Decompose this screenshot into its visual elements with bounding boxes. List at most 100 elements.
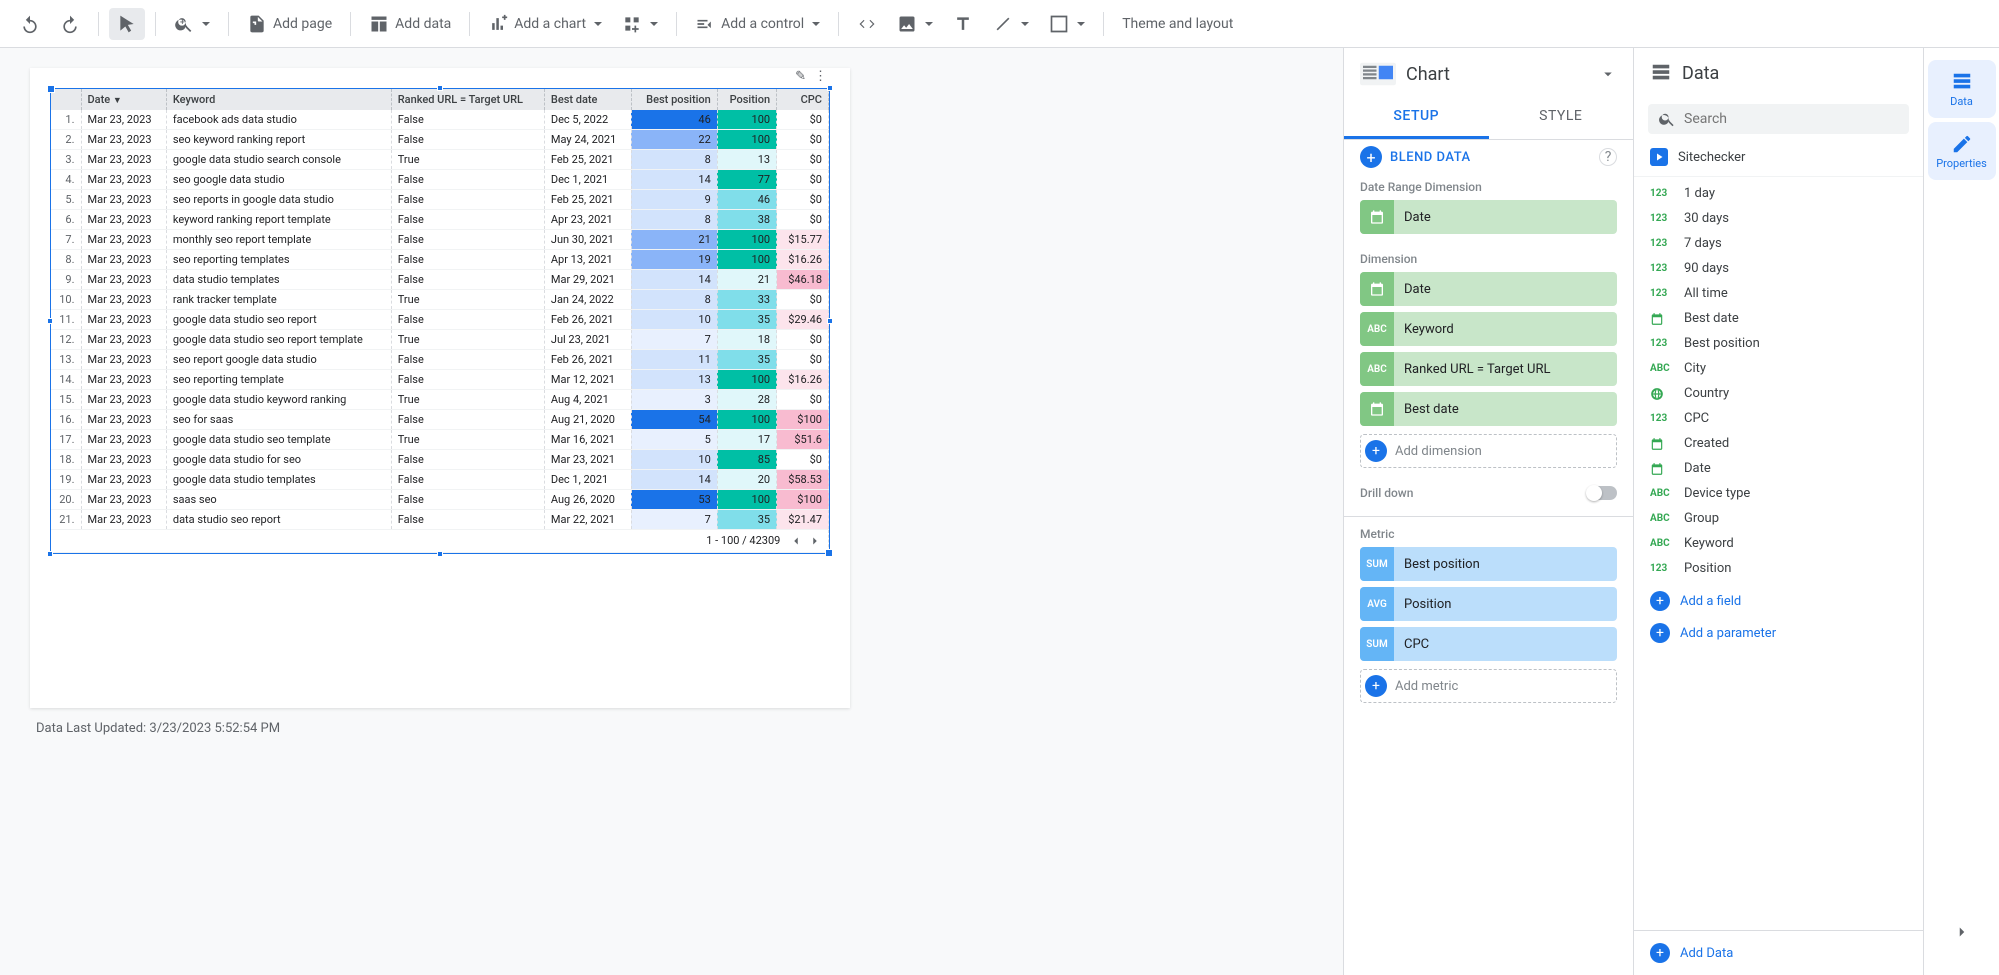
report-canvas[interactable]: ✎ ⋮ Date ▼KeywordRanked URL = Target URL… xyxy=(0,48,1343,975)
field-item[interactable]: 1231 day xyxy=(1634,181,1923,206)
chart-panel-title: Chart xyxy=(1406,64,1589,85)
table-row[interactable]: 3.Mar 23, 2023google data studio search … xyxy=(51,150,829,170)
edit-chart-icon[interactable]: ✎ xyxy=(793,67,808,86)
table-row[interactable]: 15.Mar 23, 2023google data studio keywor… xyxy=(51,390,829,410)
toolbar: Add page Add data Add a chart Add a cont… xyxy=(0,0,1999,48)
table-chart[interactable]: ✎ ⋮ Date ▼KeywordRanked URL = Target URL… xyxy=(50,88,830,554)
chart-menu-icon[interactable]: ⋮ xyxy=(812,67,829,86)
table-row[interactable]: 2.Mar 23, 2023seo keyword ranking report… xyxy=(51,130,829,150)
add-field-link[interactable]: +Add a field xyxy=(1634,585,1923,617)
rail-data-button[interactable]: Data xyxy=(1928,60,1996,118)
table-row[interactable]: 19.Mar 23, 2023google data studio templa… xyxy=(51,470,829,490)
col-header[interactable]: Best date xyxy=(544,89,631,110)
field-item[interactable]: ABCCity xyxy=(1634,356,1923,381)
field-item[interactable]: 123Best position xyxy=(1634,331,1923,356)
text-button[interactable] xyxy=(945,8,981,40)
field-item[interactable]: Created xyxy=(1634,431,1923,456)
redo-button[interactable] xyxy=(52,8,88,40)
metric-chip[interactable]: SUMBest position xyxy=(1360,547,1617,581)
search-icon xyxy=(1658,110,1676,128)
data-panel-title: Data xyxy=(1682,63,1907,84)
undo-button[interactable] xyxy=(12,8,48,40)
table-row[interactable]: 11.Mar 23, 2023google data studio seo re… xyxy=(51,310,829,330)
dimension-chip[interactable]: Date xyxy=(1360,272,1617,306)
shape-button[interactable] xyxy=(1041,8,1093,40)
add-data-button[interactable]: Add data xyxy=(361,8,459,40)
dimension-chip[interactable]: Best date xyxy=(1360,392,1617,426)
table-row[interactable]: 21.Mar 23, 2023data studio seo reportFal… xyxy=(51,510,829,530)
add-control-button[interactable]: Add a control xyxy=(687,8,828,40)
help-icon[interactable]: ? xyxy=(1599,148,1617,166)
field-item[interactable]: 12330 days xyxy=(1634,206,1923,231)
image-button[interactable] xyxy=(889,8,941,40)
field-item[interactable]: Best date xyxy=(1634,306,1923,331)
field-item[interactable]: 1237 days xyxy=(1634,231,1923,256)
table-row[interactable]: 1.Mar 23, 2023facebook ads data studioFa… xyxy=(51,110,829,130)
dimension-chip[interactable]: ABCKeyword xyxy=(1360,312,1617,346)
tab-setup[interactable]: SETUP xyxy=(1344,96,1489,139)
field-item[interactable]: ABCKeyword xyxy=(1634,531,1923,556)
field-item[interactable]: Country xyxy=(1634,381,1923,406)
tab-style[interactable]: STYLE xyxy=(1489,96,1634,139)
table-row[interactable]: 4.Mar 23, 2023seo google data studioFals… xyxy=(51,170,829,190)
table-row[interactable]: 9.Mar 23, 2023data studio templatesFalse… xyxy=(51,270,829,290)
drd-chip-date[interactable]: Date xyxy=(1360,200,1617,234)
col-header[interactable]: Best position xyxy=(631,89,717,110)
col-header[interactable]: CPC xyxy=(777,89,829,110)
table-row[interactable]: 20.Mar 23, 2023saas seoFalseAug 26, 2020… xyxy=(51,490,829,510)
embed-button[interactable] xyxy=(849,8,885,40)
data-source-row[interactable]: Sitechecker xyxy=(1634,142,1923,177)
table-row[interactable]: 7.Mar 23, 2023monthly seo report templat… xyxy=(51,230,829,250)
table-row[interactable]: 16.Mar 23, 2023seo for saasFalseAug 21, … xyxy=(51,410,829,430)
search-input[interactable] xyxy=(1684,111,1899,127)
select-tool[interactable] xyxy=(109,8,145,40)
col-header[interactable]: Position xyxy=(717,89,776,110)
dimension-chip[interactable]: ABCRanked URL = Target URL xyxy=(1360,352,1617,386)
field-item[interactable]: 12390 days xyxy=(1634,256,1923,281)
add-parameter-link[interactable]: +Add a parameter xyxy=(1634,617,1923,649)
next-page-icon[interactable] xyxy=(808,534,822,548)
col-header[interactable]: Keyword xyxy=(166,89,391,110)
line-button[interactable] xyxy=(985,8,1037,40)
table-row[interactable]: 6.Mar 23, 2023keyword ranking report tem… xyxy=(51,210,829,230)
add-page-button[interactable]: Add page xyxy=(239,8,340,40)
metric-chip[interactable]: SUMCPC xyxy=(1360,627,1617,661)
field-item[interactable]: ABCDevice type xyxy=(1634,481,1923,506)
field-item[interactable]: Date xyxy=(1634,456,1923,481)
field-item[interactable]: 123CPC xyxy=(1634,406,1923,431)
add-metric-button[interactable]: +Add metric xyxy=(1360,669,1617,703)
table-row[interactable]: 5.Mar 23, 2023seo reports in google data… xyxy=(51,190,829,210)
section-metric: Metric xyxy=(1344,517,1633,547)
collapse-chart-icon[interactable] xyxy=(1599,65,1617,83)
field-item[interactable]: ABCGroup xyxy=(1634,506,1923,531)
blend-data-link[interactable]: BLEND DATA xyxy=(1390,150,1471,165)
table-row[interactable]: 10.Mar 23, 2023rank tracker templateTrue… xyxy=(51,290,829,310)
community-viz-button[interactable] xyxy=(614,8,666,40)
add-chart-button[interactable]: Add a chart xyxy=(480,8,610,40)
col-header[interactable] xyxy=(51,89,81,110)
section-dimension: Dimension xyxy=(1344,242,1633,272)
table-row[interactable]: 13.Mar 23, 2023seo report google data st… xyxy=(51,350,829,370)
theme-layout-button[interactable]: Theme and layout xyxy=(1114,10,1241,38)
rail-properties-button[interactable]: Properties xyxy=(1928,122,1996,180)
drill-down-toggle[interactable] xyxy=(1587,486,1617,500)
table-row[interactable]: 14.Mar 23, 2023seo reporting templateFal… xyxy=(51,370,829,390)
chart-type-icon[interactable] xyxy=(1360,62,1396,86)
col-header[interactable]: Ranked URL = Target URL xyxy=(391,89,544,110)
table-row[interactable]: 8.Mar 23, 2023seo reporting templatesFal… xyxy=(51,250,829,270)
table-row[interactable]: 17.Mar 23, 2023google data studio seo te… xyxy=(51,430,829,450)
prev-page-icon[interactable] xyxy=(789,534,803,548)
table-row[interactable]: 12.Mar 23, 2023google data studio seo re… xyxy=(51,330,829,350)
zoom-button[interactable] xyxy=(166,8,218,40)
report-page: ✎ ⋮ Date ▼KeywordRanked URL = Target URL… xyxy=(30,68,850,708)
table-row[interactable]: 18.Mar 23, 2023google data studio for se… xyxy=(51,450,829,470)
blend-data-icon[interactable]: + xyxy=(1360,146,1382,168)
col-header[interactable]: Date ▼ xyxy=(81,89,166,110)
metric-chip[interactable]: AVGPosition xyxy=(1360,587,1617,621)
data-panel: Data Sitechecker 1231 day12330 days1237 … xyxy=(1633,48,1923,975)
add-data-link[interactable]: +Add Data xyxy=(1634,930,1923,975)
expand-rail-icon[interactable] xyxy=(1953,923,1971,945)
field-item[interactable]: 123Position xyxy=(1634,556,1923,581)
field-item[interactable]: 123All time xyxy=(1634,281,1923,306)
add-dimension-button[interactable]: +Add dimension xyxy=(1360,434,1617,468)
